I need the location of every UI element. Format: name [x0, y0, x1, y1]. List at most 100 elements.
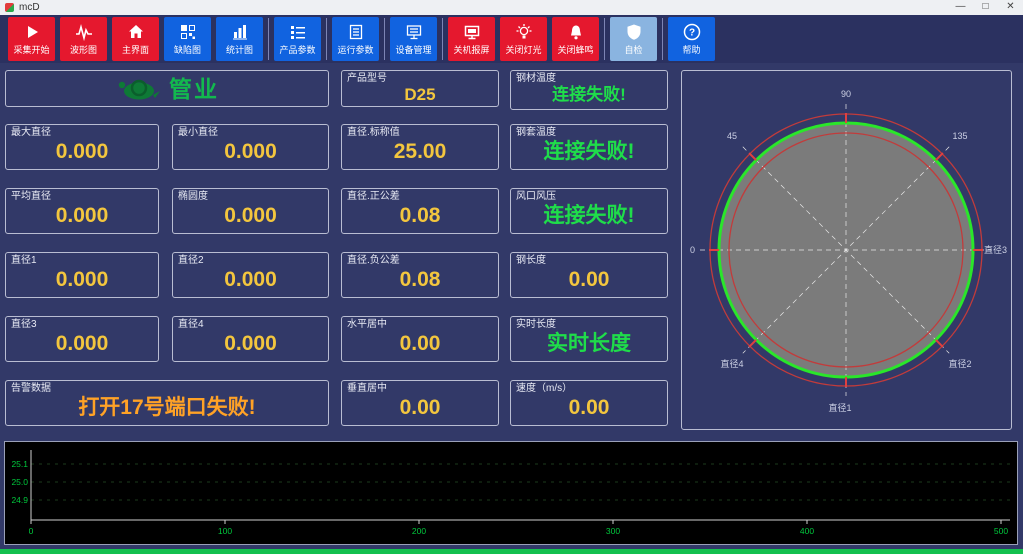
maximize-button[interactable]: □ — [973, 0, 998, 15]
field-value: 0.000 — [11, 267, 153, 293]
toolbar-button-label: 运行参数 — [337, 43, 373, 56]
field-label: 直径3 — [11, 319, 153, 331]
field-label: 钢长度 — [516, 255, 662, 267]
field-value: 实时长度 — [516, 331, 662, 357]
brand-logo-icon — [115, 75, 161, 103]
field-max-diameter: 最大直径 0.000 — [5, 124, 159, 170]
field-label: 实时长度 — [516, 319, 662, 331]
field-label: 直径4 — [178, 319, 323, 331]
field-value: 25.00 — [347, 139, 493, 165]
brand-panel: 管业 — [5, 70, 329, 107]
field-value: 0.000 — [178, 139, 323, 165]
app-icon — [5, 3, 14, 12]
field-diameter-3: 直径3 0.000 — [5, 316, 159, 362]
polar-axis-label: 直径4 — [720, 358, 743, 369]
field-horizontal-center: 水平居中 0.00 — [341, 316, 499, 362]
field-product-model: 产品型号 D25 — [341, 70, 499, 107]
field-label: 直径2 — [178, 255, 323, 267]
y-tick-label: 25.1 — [11, 459, 28, 469]
toolbar-button-label: 关机报屏 — [453, 43, 489, 56]
field-label: 直径.标称值 — [347, 127, 493, 139]
toolbar-button-main-screen[interactable]: 主界面 — [112, 17, 159, 61]
toolbar-button-label: 关闭灯光 — [505, 43, 541, 56]
field-label: 钢套温度 — [516, 127, 662, 139]
bell-icon — [567, 23, 585, 42]
close-button[interactable]: ✕ — [998, 0, 1023, 15]
field-label: 垂直居中 — [347, 383, 493, 395]
window-controls: — □ ✕ — [948, 0, 1023, 15]
toolbar-separator — [442, 18, 443, 60]
toolbar-button-label: 设备管理 — [395, 43, 431, 56]
product-params-icon — [289, 23, 307, 42]
x-tick-label: 500 — [994, 526, 1008, 536]
polar-angle-label: 0 — [690, 245, 695, 255]
field-value: 0.00 — [347, 331, 493, 357]
help-icon: ? — [683, 23, 701, 42]
toolbar-button-statistics[interactable]: 统计图 — [216, 17, 263, 61]
field-label: 直径1 — [11, 255, 153, 267]
toolbar-button-label: 主界面 — [122, 43, 149, 56]
alarm-data-box: 告警数据 打开17号端口失败! — [5, 380, 329, 426]
toolbar-button-label: 统计图 — [226, 43, 253, 56]
field-diameter-2: 直径2 0.000 — [172, 252, 329, 298]
polar-angle-label: 90 — [841, 89, 851, 99]
field-value: 0.000 — [178, 267, 323, 293]
field-label: 速度（m/s） — [516, 383, 662, 395]
toolbar-button-self-check[interactable]: 自检 — [610, 17, 657, 61]
field-min-diameter: 最小直径 0.000 — [172, 124, 329, 170]
field-air-pressure: 风口风压 连接失败! — [510, 188, 668, 234]
field-value: 0.08 — [347, 203, 493, 229]
toolbar-button-product-params[interactable]: 产品参数 — [274, 17, 321, 61]
field-label: 直径.负公差 — [347, 255, 493, 267]
polar-angle-label: 45 — [727, 131, 737, 141]
toolbar-separator — [326, 18, 327, 60]
polar-axis-label: 直径1 — [828, 402, 851, 413]
toolbar: 采集开始 波形图 主界面 缺陷图 统计图 产品参数 运行参数 — [0, 15, 1023, 63]
bottom-accent-strip — [0, 549, 1023, 554]
field-value: 0.00 — [516, 395, 662, 421]
alarm-message: 打开17号端口失败! — [11, 395, 323, 421]
toolbar-button-lights-off[interactable]: 关闭灯光 — [500, 17, 547, 61]
field-label: 告警数据 — [11, 383, 323, 395]
field-value: 连接失败! — [516, 203, 662, 229]
field-avg-diameter: 平均直径 0.000 — [5, 188, 159, 234]
toolbar-button-buzzer-off[interactable]: 关闭蜂鸣 — [552, 17, 599, 61]
polar-axis-label: 直径2 — [948, 358, 971, 369]
field-value: D25 — [347, 85, 493, 104]
toolbar-button-screen-off[interactable]: 关机报屏 — [448, 17, 495, 61]
toolbar-button-defect-map[interactable]: 缺陷图 — [164, 17, 211, 61]
toolbar-separator — [384, 18, 385, 60]
x-tick-label: 300 — [606, 526, 620, 536]
field-label: 最大直径 — [11, 127, 153, 139]
toolbar-button-label: 采集开始 — [13, 43, 49, 56]
field-value: 0.000 — [11, 139, 153, 165]
waveform-icon — [75, 23, 93, 42]
toolbar-button-start-collect[interactable]: 采集开始 — [8, 17, 55, 61]
field-speed: 速度（m/s） 0.00 — [510, 380, 668, 426]
brand-name: 管业 — [169, 75, 219, 103]
field-value: 连接失败! — [516, 85, 662, 104]
toolbar-button-waveform[interactable]: 波形图 — [60, 17, 107, 61]
field-label: 钢材温度 — [516, 73, 662, 85]
field-realtime-length: 实时长度 实时长度 — [510, 316, 668, 362]
field-nominal-diameter: 直径.标称值 25.00 — [341, 124, 499, 170]
field-label: 水平居中 — [347, 319, 493, 331]
toolbar-button-label: 自检 — [624, 43, 642, 56]
toolbar-button-label: 关闭蜂鸣 — [557, 43, 593, 56]
toolbar-separator — [268, 18, 269, 60]
toolbar-button-run-params[interactable]: 运行参数 — [332, 17, 379, 61]
bar-chart-icon — [231, 23, 249, 42]
field-value: 0.00 — [516, 267, 662, 293]
toolbar-button-device-manager[interactable]: 设备管理 — [390, 17, 437, 61]
minimize-button[interactable]: — — [948, 0, 973, 15]
field-vertical-center: 垂直居中 0.00 — [341, 380, 499, 426]
toolbar-separator — [662, 18, 663, 60]
field-steel-length: 钢长度 0.00 — [510, 252, 668, 298]
field-value: 0.000 — [11, 203, 153, 229]
mcd-app-window: mcD — □ ✕ 采集开始 波形图 主界面 缺陷图 统计图 — [0, 0, 1023, 554]
field-steel-temp: 钢材温度 连接失败! — [510, 70, 668, 110]
toolbar-button-label: 缺陷图 — [174, 43, 201, 56]
titlebar: mcD — □ ✕ — [0, 0, 1023, 15]
x-tick-label: 0 — [29, 526, 34, 536]
toolbar-button-help[interactable]: ? 帮助 — [668, 17, 715, 61]
